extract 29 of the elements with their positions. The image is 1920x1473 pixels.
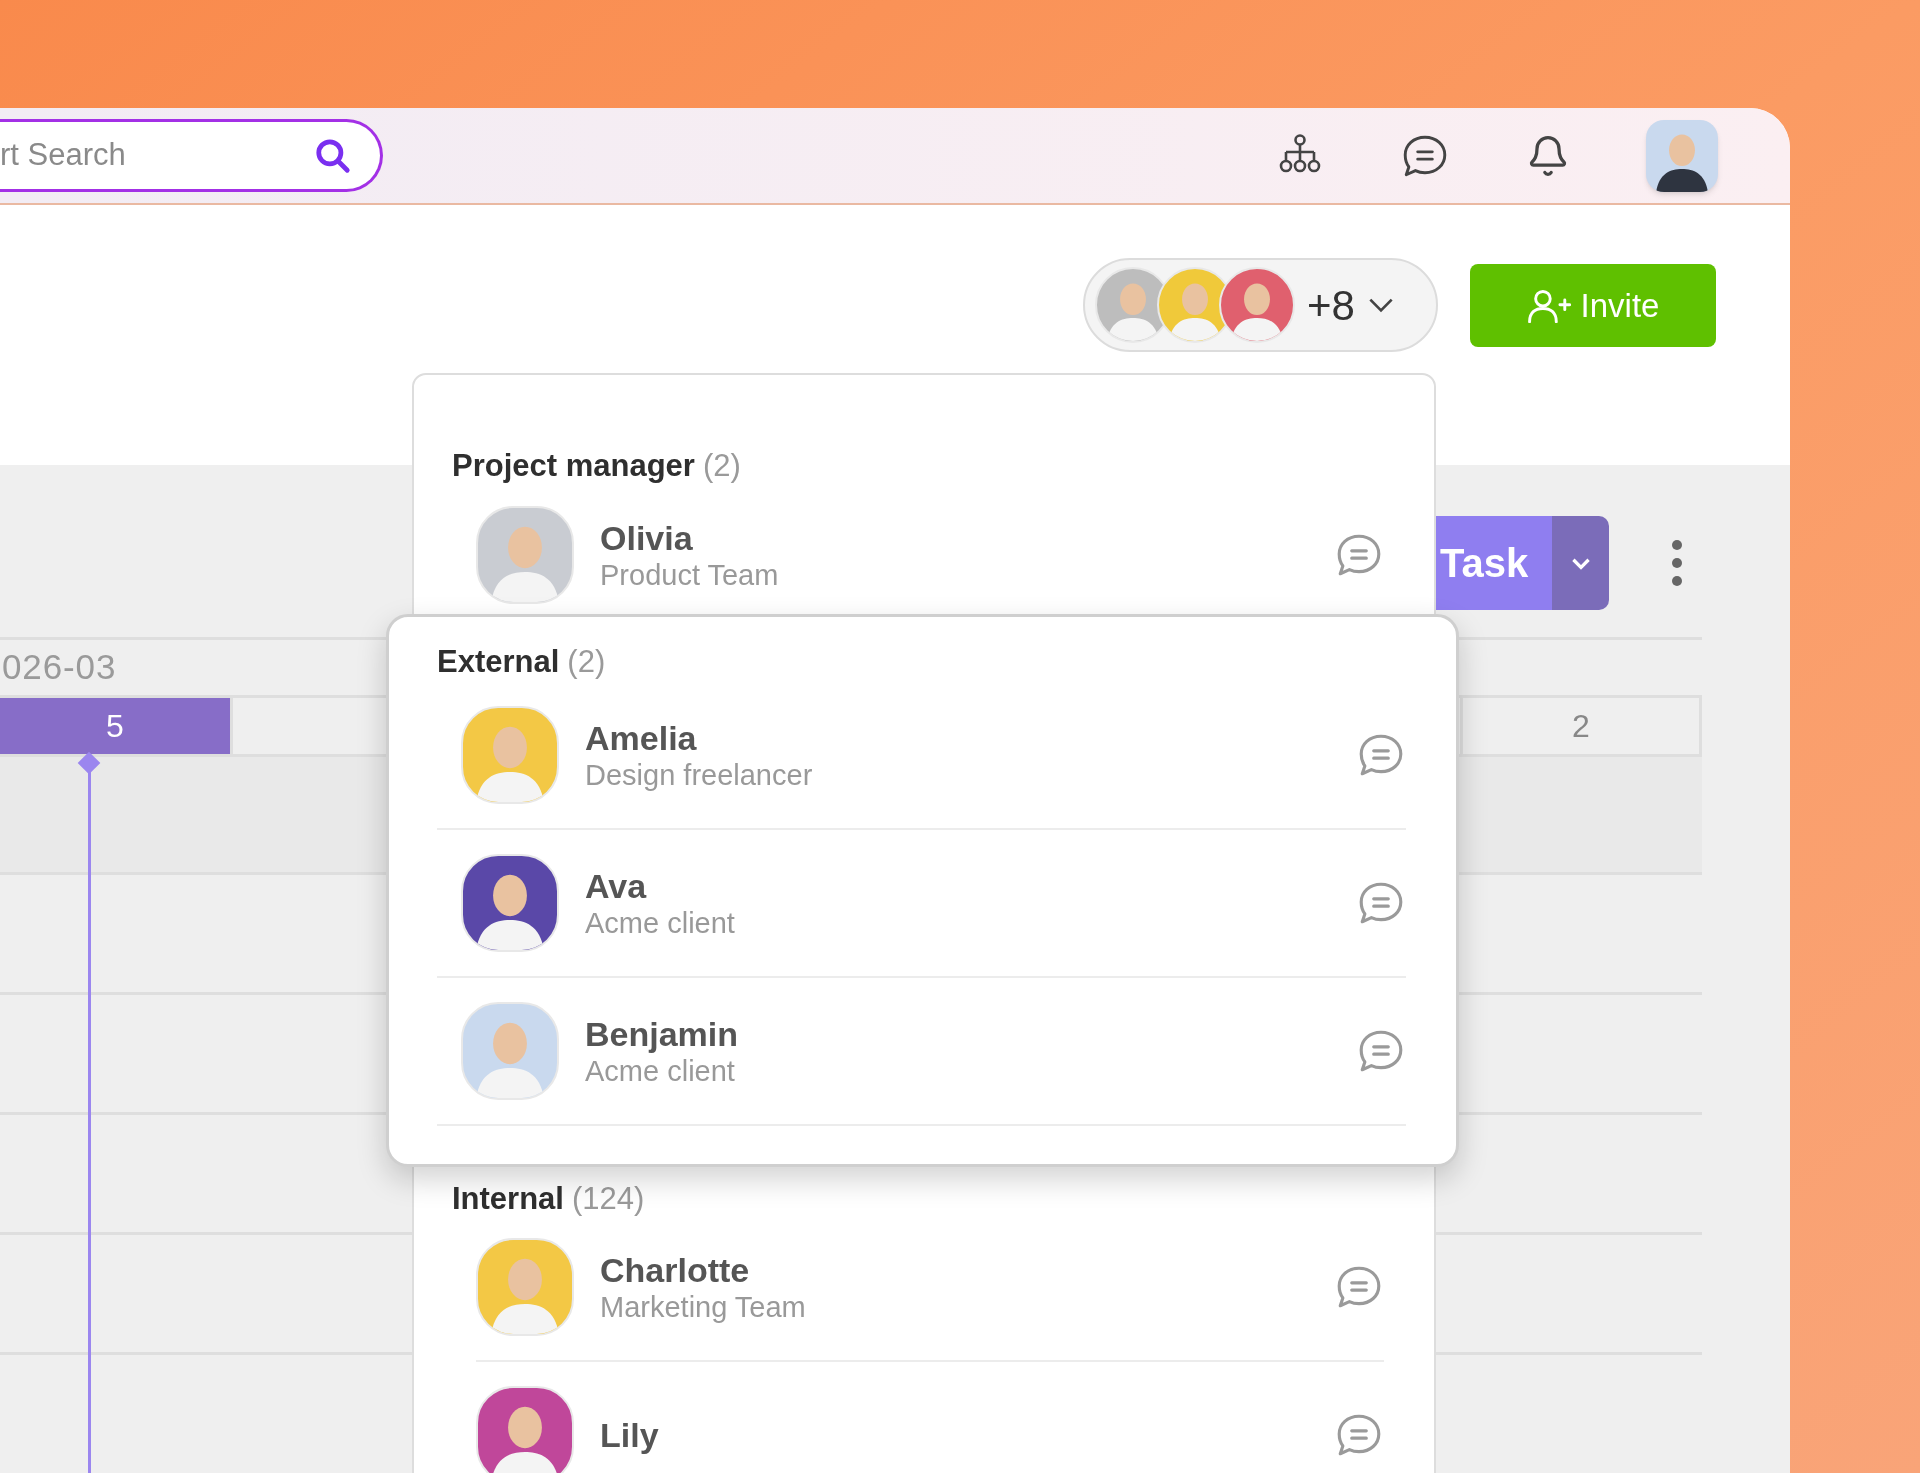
date-cell[interactable]: 5 [0, 698, 230, 754]
member-role: Design freelancer [585, 757, 814, 792]
member-name: Ava [585, 865, 648, 906]
search-icon[interactable] [314, 136, 352, 175]
member-name: Amelia [585, 717, 698, 758]
add-user-icon [1526, 288, 1571, 323]
search-input[interactable]: rt Search [0, 132, 314, 179]
member-role: Marketing Team [600, 1290, 807, 1324]
member-count: +8 [1307, 280, 1355, 331]
group-title: External [437, 643, 560, 681]
member-role: Acme client [585, 1053, 736, 1088]
search-field[interactable]: rt Search [0, 119, 383, 192]
group-title: Project manager [452, 447, 695, 485]
member-name: Olivia [600, 517, 694, 558]
group-count: (2) [567, 643, 606, 681]
profile-avatar[interactable] [1646, 119, 1718, 192]
members-dropdown[interactable]: +8 [1083, 258, 1438, 352]
member-name: Charlotte [600, 1250, 751, 1290]
member-name: Benjamin [585, 1013, 740, 1054]
member-role: Product Team [600, 557, 780, 592]
group-count: (2) [702, 447, 741, 485]
group-count: (124) [571, 1179, 645, 1218]
member-name: Lily [600, 1415, 660, 1455]
invite-button[interactable]: Invite [1470, 264, 1716, 347]
month-label: 026-03 [2, 646, 117, 689]
group-title: Internal [452, 1179, 564, 1218]
member-role: Acme client [585, 905, 736, 940]
more-icon[interactable] [1671, 538, 1684, 588]
date-cell[interactable]: 2 [1460, 698, 1702, 754]
